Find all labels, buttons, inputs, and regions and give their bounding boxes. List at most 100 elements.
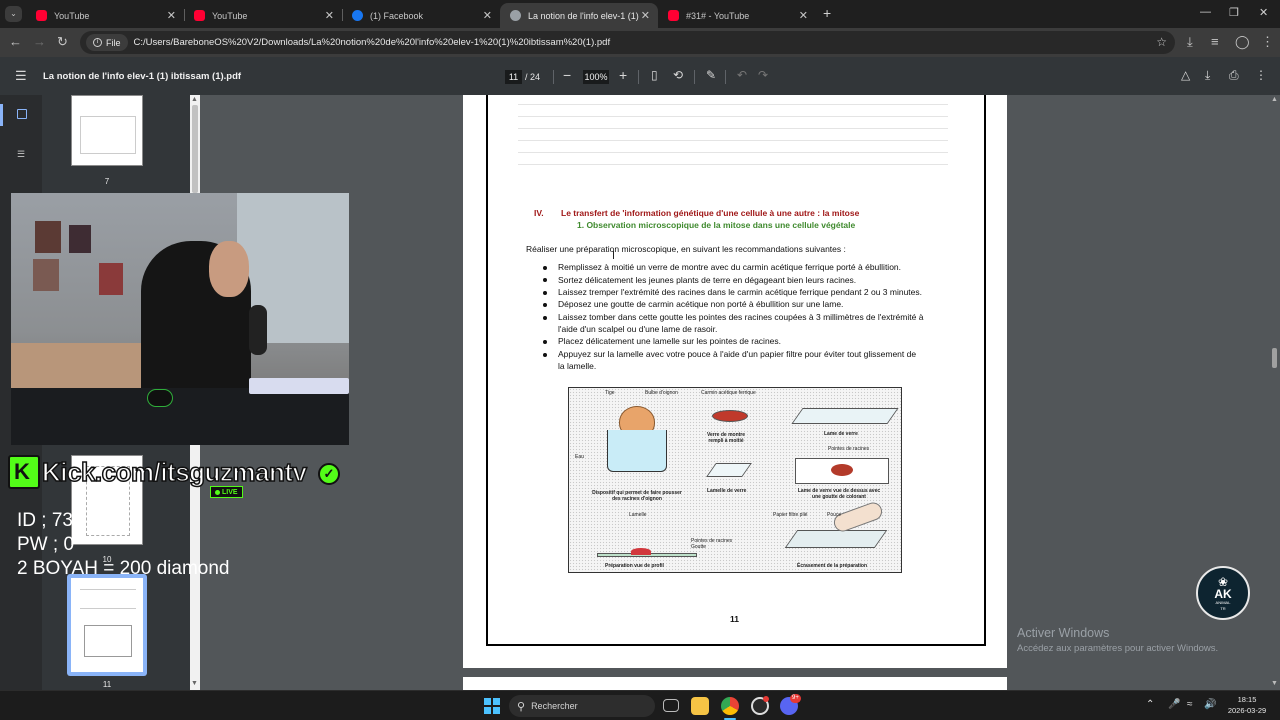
figure-label: Pouce bbox=[827, 512, 842, 518]
viewer-scroll-thumb[interactable] bbox=[1272, 348, 1277, 368]
more-actions-icon[interactable]: ⋮ bbox=[1255, 68, 1267, 82]
taskbar-search-box[interactable]: ⚲ Rechercher bbox=[509, 695, 655, 717]
outline-view-icon[interactable]: ☰ bbox=[17, 150, 27, 160]
activate-windows-title: Activer Windows bbox=[1017, 626, 1110, 640]
webcam-overlay bbox=[11, 193, 349, 445]
undo-icon[interactable]: ↶ bbox=[737, 68, 747, 82]
wifi-icon[interactable]: ≈ bbox=[1187, 699, 1193, 710]
rotate-icon[interactable]: ⟲ bbox=[673, 68, 683, 82]
thumbnail-text-lines bbox=[80, 589, 136, 609]
figure-label: Eau bbox=[575, 454, 584, 460]
chrome-icon[interactable] bbox=[721, 697, 739, 715]
print-icon[interactable]: ⎙ bbox=[1229, 68, 1239, 83]
pdf-page-12-edge bbox=[463, 677, 1007, 690]
sidebar-scroll-thumb[interactable] bbox=[192, 105, 198, 193]
scroll-up-arrow-icon[interactable]: ▲ bbox=[191, 96, 198, 103]
badge-text: AK bbox=[1214, 586, 1232, 601]
youtube-icon bbox=[36, 10, 47, 21]
page-number-input[interactable]: 11 bbox=[505, 70, 522, 84]
wall-poster bbox=[69, 225, 91, 253]
redo-icon[interactable]: ↷ bbox=[758, 68, 768, 82]
verified-check-icon: ✓ bbox=[318, 463, 340, 485]
tab-title: YouTube bbox=[212, 10, 248, 21]
figure-label: Lame de verre vue de dessus avec une gou… bbox=[797, 488, 881, 500]
page-thumbnail-7[interactable] bbox=[71, 95, 143, 166]
zoom-in-icon[interactable]: + bbox=[619, 67, 627, 83]
tab-youtube-2[interactable]: YouTube ✕ bbox=[184, 3, 342, 28]
zoom-out-icon[interactable]: − bbox=[563, 67, 571, 83]
close-icon[interactable]: ✕ bbox=[641, 9, 650, 22]
squash-slide bbox=[784, 530, 888, 548]
fit-page-icon[interactable]: ▯ bbox=[651, 68, 658, 82]
back-arrow-icon[interactable]: ← bbox=[9, 34, 22, 49]
page-thumbnail-11[interactable] bbox=[71, 578, 143, 672]
figure-label: Lame de verre bbox=[824, 431, 858, 437]
close-window-icon[interactable]: ✕ bbox=[1259, 6, 1268, 19]
restore-icon[interactable]: ❐ bbox=[1229, 6, 1239, 19]
annotate-pen-icon[interactable]: ✎ bbox=[706, 68, 716, 82]
file-explorer-icon[interactable] bbox=[691, 697, 709, 715]
close-icon[interactable]: ✕ bbox=[483, 9, 492, 22]
tab-title: La notion de l'info elev-1 (1) ibt bbox=[528, 10, 640, 21]
file-chip[interactable]: i File bbox=[86, 34, 128, 51]
start-pane bbox=[493, 698, 500, 705]
room-id-text: ID ; 73 9 bbox=[17, 510, 126, 532]
tray-overflow-chevron-icon[interactable]: ⌃ bbox=[1146, 699, 1154, 710]
profile-drop bbox=[631, 548, 651, 555]
sidebar-active-indicator bbox=[0, 104, 3, 126]
toolbar-divider bbox=[725, 70, 726, 84]
close-icon[interactable]: ✕ bbox=[325, 9, 334, 22]
step-text: Déposez une goutte de carmin acétique no… bbox=[558, 299, 844, 309]
zoom-level-input[interactable]: 100% bbox=[583, 70, 609, 84]
thumbnail-label: 11 bbox=[102, 680, 112, 689]
password-text: PW ; 0 bbox=[17, 534, 75, 555]
scroll-up-arrow-icon[interactable]: ▲ bbox=[1271, 96, 1278, 103]
bullet bbox=[543, 340, 547, 344]
download-pdf-icon[interactable]: ⤓ bbox=[1205, 68, 1210, 83]
download-icon[interactable]: ⤓ bbox=[1187, 34, 1193, 50]
profile-icon[interactable]: ◯ bbox=[1235, 34, 1250, 50]
scroll-down-arrow-icon[interactable]: ▼ bbox=[1271, 680, 1278, 687]
section-number: IV. bbox=[534, 208, 544, 218]
close-icon[interactable]: ✕ bbox=[167, 9, 176, 22]
search-icon: ⚲ bbox=[517, 700, 526, 713]
tab-facebook[interactable]: (1) Facebook ✕ bbox=[342, 3, 500, 28]
figure-label: Écrasement de la préparation bbox=[797, 563, 868, 569]
thumbnails-view-icon[interactable] bbox=[17, 109, 27, 119]
section-title: Le transfert de 'information génétique d… bbox=[561, 208, 860, 218]
tab-search-button[interactable]: ⌄ bbox=[5, 6, 22, 22]
bookmark-star-icon[interactable]: ☆ bbox=[1156, 35, 1167, 49]
boyah-offer-text: 2 BOYAH = 200 diamond bbox=[17, 558, 230, 579]
tab-youtube-3[interactable]: #31# - YouTube ✕ bbox=[658, 3, 816, 28]
coverslip bbox=[706, 463, 752, 477]
kick-logo-icon: K bbox=[8, 455, 40, 489]
chrome-menu-icon[interactable]: ⋮ bbox=[1261, 34, 1274, 50]
reload-icon[interactable]: ↻ bbox=[57, 34, 68, 50]
close-icon[interactable]: ✕ bbox=[799, 9, 808, 22]
tab-youtube-1[interactable]: YouTube ✕ bbox=[26, 3, 184, 28]
answer-line bbox=[518, 104, 948, 105]
new-tab-button[interactable]: + bbox=[823, 5, 831, 21]
drive-save-icon[interactable]: △ bbox=[1181, 68, 1190, 82]
live-badge: LIVE bbox=[210, 486, 243, 498]
task-view-icon[interactable] bbox=[663, 699, 679, 712]
url-text: C:/Users/BareboneOS%20V2/Downloads/La%20… bbox=[133, 37, 611, 48]
tab-title: #31# - YouTube bbox=[686, 10, 750, 21]
answer-line bbox=[518, 140, 948, 141]
minimize-icon[interactable]: — bbox=[1200, 6, 1211, 18]
address-bar[interactable]: i File C:/Users/BareboneOS%20V2/Download… bbox=[80, 31, 1175, 54]
answer-line bbox=[518, 116, 948, 117]
subsection-title: 1. Observation microscopique de la mitos… bbox=[577, 220, 856, 230]
forward-arrow-icon[interactable]: → bbox=[33, 34, 46, 49]
windows-start-icon[interactable] bbox=[484, 698, 500, 714]
system-clock[interactable]: 18:15 2026-03-29 bbox=[1222, 694, 1272, 716]
viewer-scrollbar[interactable] bbox=[1270, 95, 1280, 690]
hamburger-menu-icon[interactable]: ☰ bbox=[15, 68, 27, 84]
tab-title: YouTube bbox=[54, 10, 90, 21]
microphone-icon[interactable]: 🎤 bbox=[1168, 699, 1180, 710]
media-control-icon[interactable]: ≡ bbox=[1211, 34, 1219, 49]
volume-icon[interactable]: 🔊 bbox=[1204, 699, 1216, 710]
thumbnail-figure bbox=[84, 625, 132, 657]
scroll-down-arrow-icon[interactable]: ▼ bbox=[191, 680, 198, 687]
tab-pdf-active[interactable]: La notion de l'info elev-1 (1) ibt ✕ bbox=[500, 3, 658, 28]
